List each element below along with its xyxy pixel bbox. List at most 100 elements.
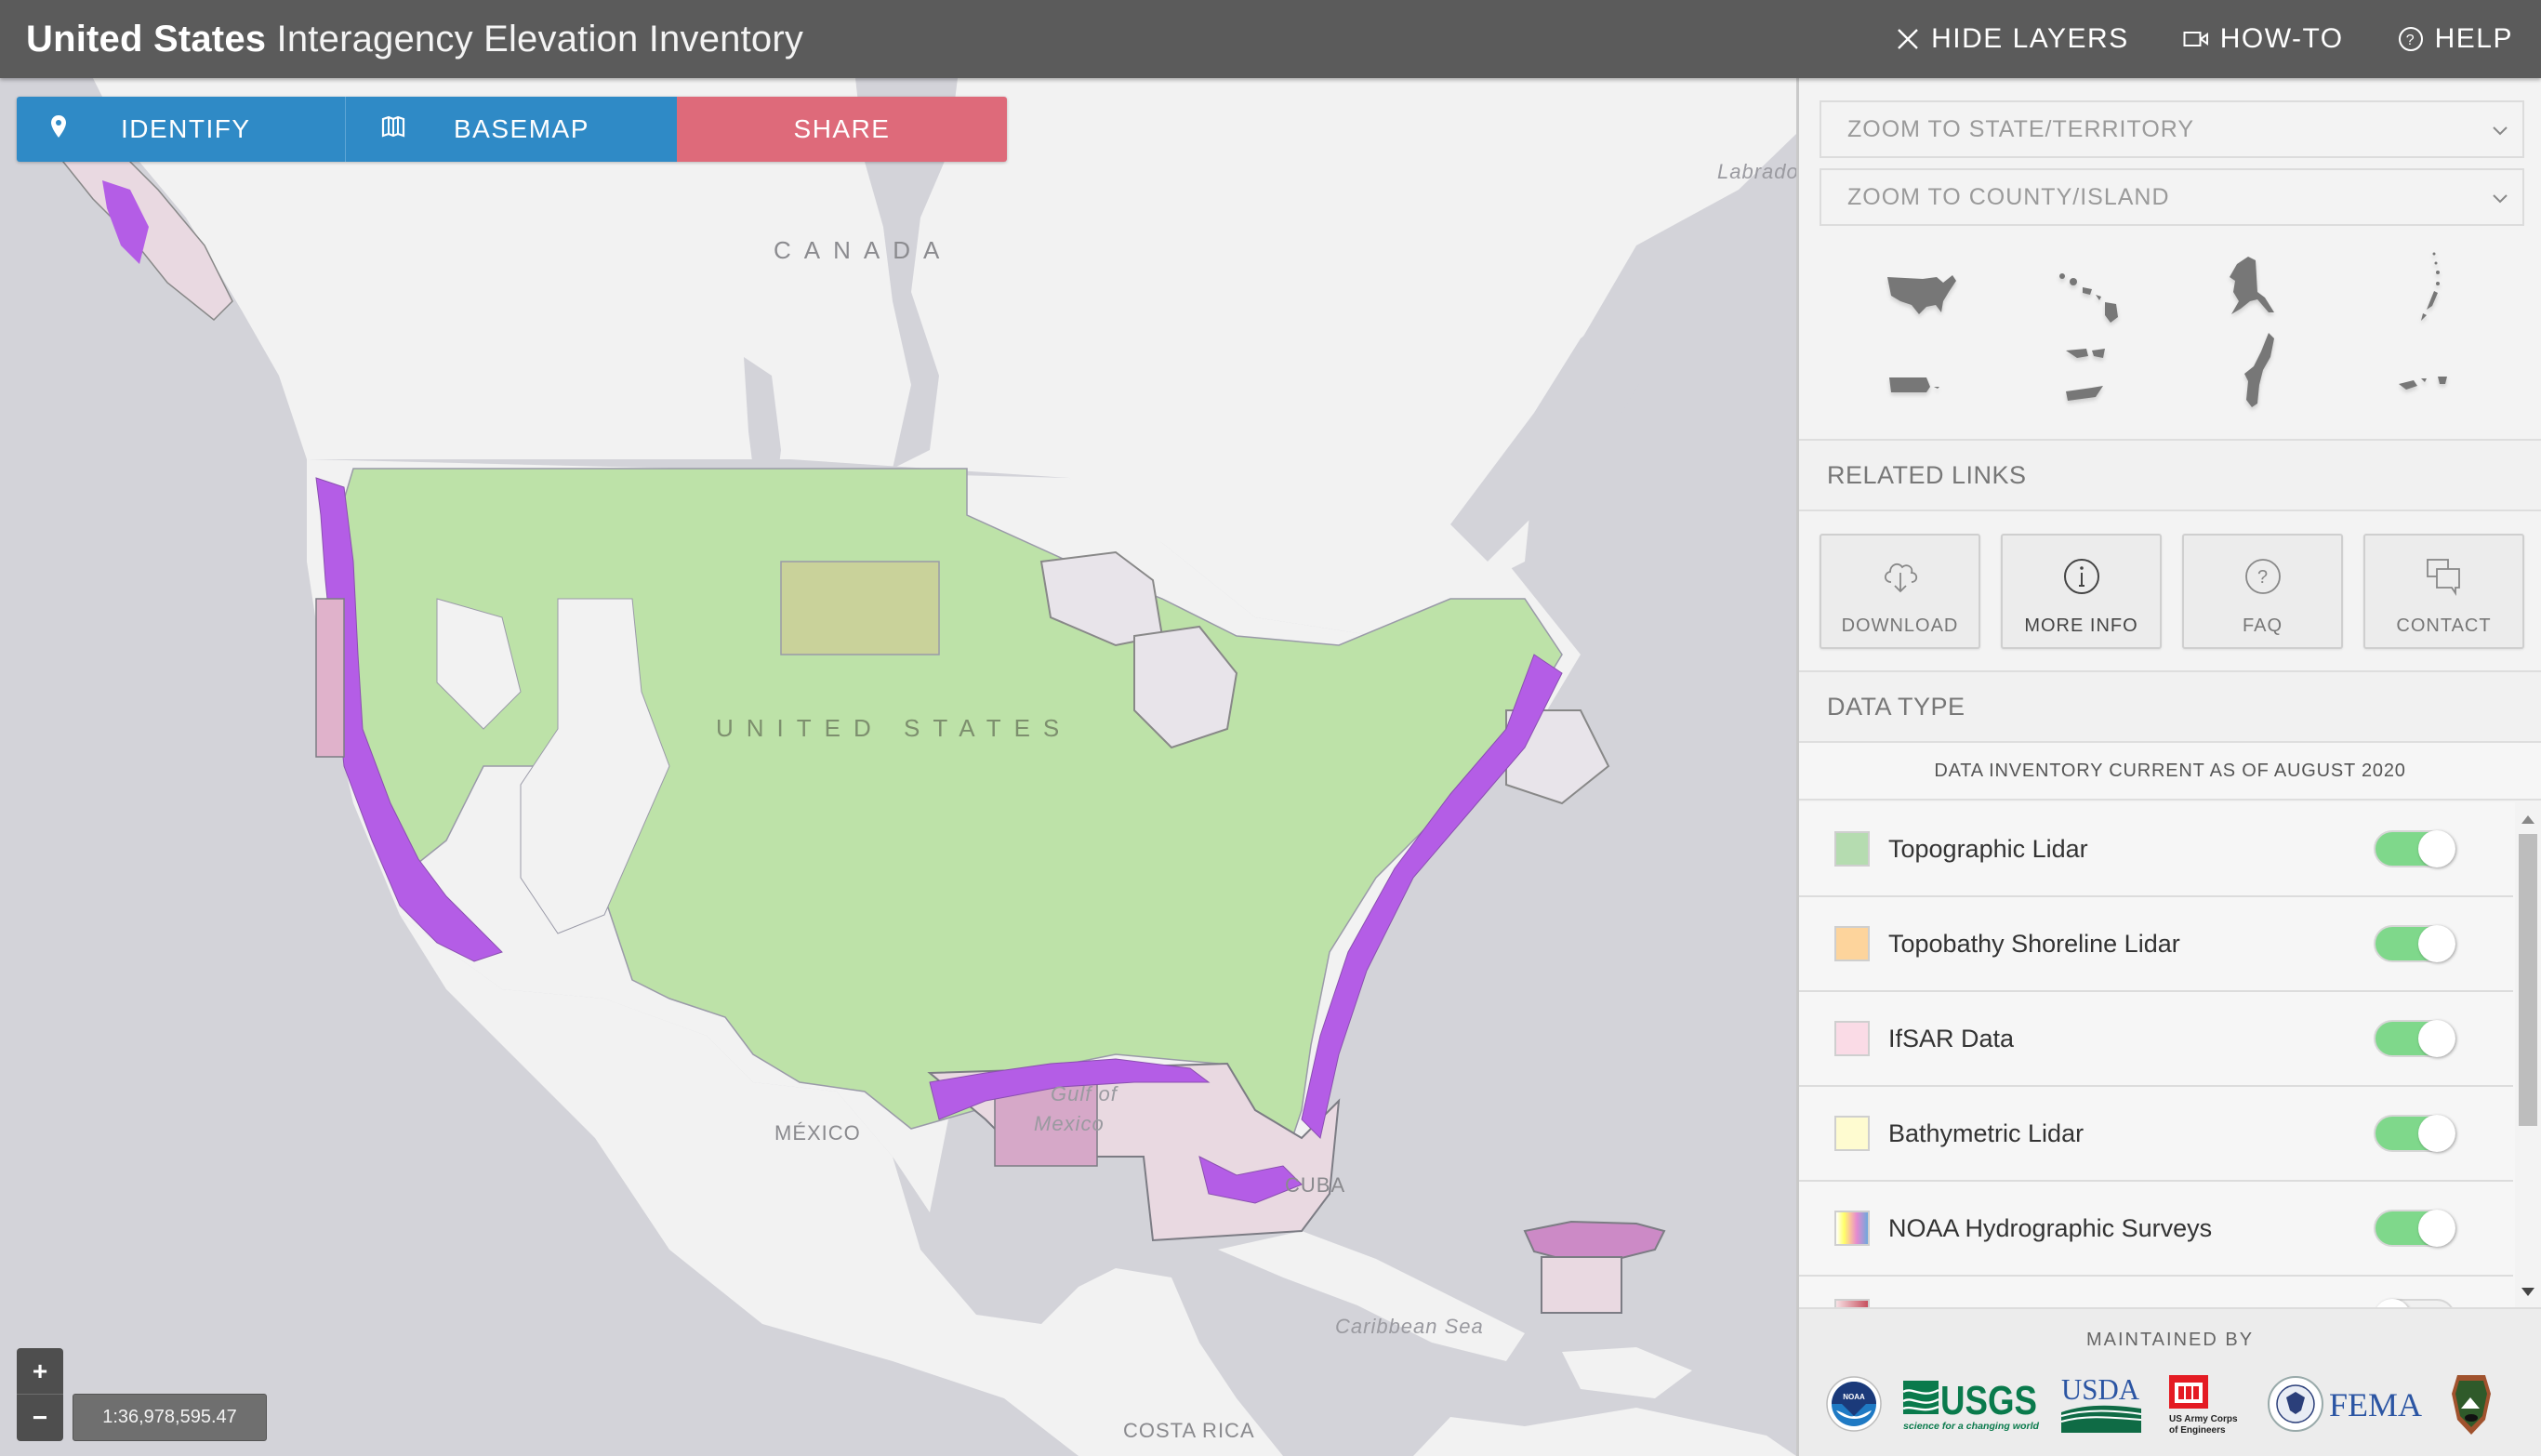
chevron-down-icon bbox=[2491, 187, 2509, 214]
scroll-down-arrow-icon[interactable] bbox=[2521, 1288, 2534, 1296]
zoom-out-button[interactable]: − bbox=[17, 1395, 63, 1441]
data-type-header: DATA TYPE bbox=[1799, 670, 2541, 743]
nps-logo[interactable] bbox=[2448, 1367, 2495, 1441]
scroll-thumb[interactable] bbox=[2519, 834, 2537, 1126]
layer-row: Bathymetric Lidar bbox=[1799, 1087, 2513, 1182]
fema-logo[interactable]: FEMA bbox=[2268, 1367, 2426, 1441]
map-label-labrador: Labrado bbox=[1717, 160, 1796, 183]
help-button[interactable]: ? HELP bbox=[2398, 23, 2513, 55]
zoom-to-county-placeholder: ZOOM TO COUNTY/ISLAND bbox=[1847, 183, 2170, 210]
inventory-note: DATA INVENTORY CURRENT AS OF AUGUST 2020 bbox=[1799, 743, 2541, 801]
layer-row: Topographic Lidar bbox=[1799, 802, 2513, 897]
layer-swatch bbox=[1834, 1211, 1870, 1246]
svg-text:FEMA: FEMA bbox=[2329, 1386, 2422, 1423]
faq-link-button[interactable]: ? FAQ bbox=[2182, 534, 2343, 649]
zoom-to-county-select[interactable]: ZOOM TO COUNTY/ISLAND bbox=[1820, 168, 2524, 226]
noaa-logo[interactable]: NOAA bbox=[1825, 1367, 1883, 1441]
region-alaska[interactable] bbox=[2191, 245, 2331, 329]
app-root: United States Interagency Elevation Inve… bbox=[0, 0, 2541, 1456]
identify-label: IDENTIFY bbox=[121, 114, 251, 143]
region-shortcuts bbox=[1820, 236, 2524, 431]
scroll-up-arrow-icon[interactable] bbox=[2521, 815, 2534, 824]
layer-label: NOAA Hydrographic Surveys bbox=[1888, 1213, 2213, 1242]
region-american-samoa[interactable] bbox=[2361, 338, 2500, 422]
svg-text:NOAA: NOAA bbox=[1843, 1393, 1865, 1401]
related-links: DOWNLOAD MORE INFO ? FAQ CONTACT bbox=[1820, 534, 2524, 649]
region-northern-mariana[interactable] bbox=[2361, 245, 2500, 329]
zoom-controls: + − bbox=[17, 1348, 63, 1441]
usda-logo[interactable]: USDA bbox=[2059, 1367, 2143, 1441]
map-label-costa-rica: COSTA RICA bbox=[1123, 1419, 1255, 1442]
layer-label: Bathymetric Lidar bbox=[1888, 1118, 2084, 1147]
region-hawaii[interactable] bbox=[2022, 255, 2162, 338]
maintained-by-footer: MAINTAINED BY NOAA USGS science for a cha… bbox=[1799, 1307, 2541, 1456]
map-canvas[interactable]: CANADA UNITED STATES MÉXICO CUBA Caribbe… bbox=[0, 78, 1796, 1456]
help-label: HELP bbox=[2434, 23, 2513, 54]
more-info-link-button[interactable]: MORE INFO bbox=[2001, 534, 2162, 649]
question-circle-icon: ? bbox=[2243, 556, 2283, 602]
layer-toggle[interactable] bbox=[2374, 1115, 2455, 1152]
cloud-download-icon bbox=[1880, 556, 1921, 602]
help-circle-icon: ? bbox=[2398, 26, 2424, 52]
contact-link-button[interactable]: CONTACT bbox=[2363, 534, 2524, 649]
guam-shape-icon bbox=[2244, 333, 2274, 407]
layer-toggle[interactable] bbox=[2374, 1210, 2455, 1247]
region-puerto-rico[interactable] bbox=[1853, 343, 1992, 427]
toggle-knob bbox=[2418, 1020, 2455, 1057]
region-guam[interactable] bbox=[2191, 329, 2331, 413]
svg-text:USGS: USGS bbox=[1940, 1378, 2037, 1423]
hide-layers-label: HIDE LAYERS bbox=[1931, 23, 2129, 54]
layer-row: IfSAR Data bbox=[1799, 992, 2513, 1087]
app-header: United States Interagency Elevation Inve… bbox=[0, 0, 2541, 78]
layer-label: Topographic Lidar bbox=[1888, 834, 2088, 863]
land-south-america bbox=[1413, 1408, 1796, 1456]
layer-label: Topobathy Shoreline Lidar bbox=[1888, 929, 2180, 958]
region-us-virgin-islands[interactable] bbox=[2022, 338, 2162, 422]
zoom-to-state-placeholder: ZOOM TO STATE/TERRITORY bbox=[1847, 115, 2195, 142]
title-bold: United States bbox=[26, 18, 267, 60]
how-to-label: HOW-TO bbox=[2219, 23, 2344, 54]
map-label-caribbean-sea: Caribbean Sea bbox=[1335, 1315, 1484, 1338]
svg-text:?: ? bbox=[2405, 33, 2415, 48]
puerto-rico-shape-icon bbox=[1889, 377, 1939, 392]
layer-swatch bbox=[1834, 1021, 1870, 1056]
northern-mariana-shape-icon bbox=[2421, 252, 2440, 321]
close-icon bbox=[1896, 27, 1920, 51]
agency-logos: NOAA USGS science for a changing world US… bbox=[1816, 1367, 2532, 1441]
usace-logo[interactable]: US Army Corps of Engineers bbox=[2167, 1367, 2245, 1441]
basemap-button[interactable]: BASEMAP bbox=[346, 97, 677, 162]
related-links-title: RELATED LINKS bbox=[1827, 460, 2027, 489]
app-title: United States Interagency Elevation Inve… bbox=[26, 19, 803, 60]
coverage-puerto-rico bbox=[1523, 1220, 1666, 1260]
contact-label: CONTACT bbox=[2396, 615, 2492, 636]
hide-layers-button[interactable]: HIDE LAYERS bbox=[1896, 23, 2129, 55]
map-label-mexico: MÉXICO bbox=[774, 1121, 861, 1145]
usgs-logo[interactable]: USGS science for a changing world bbox=[1901, 1367, 2041, 1441]
alaska-shape-icon bbox=[2230, 257, 2274, 314]
region-conus[interactable] bbox=[1853, 255, 1992, 338]
related-links-header: RELATED LINKS bbox=[1799, 439, 2541, 511]
info-circle-icon bbox=[2061, 556, 2102, 602]
chat-bubbles-icon bbox=[2424, 556, 2465, 602]
map-pin-icon bbox=[50, 114, 67, 145]
faq-label: FAQ bbox=[2242, 615, 2283, 636]
svg-text:of Engineers: of Engineers bbox=[2169, 1425, 2226, 1436]
basemap-label: BASEMAP bbox=[454, 114, 589, 143]
svg-text:US Army Corps: US Army Corps bbox=[2169, 1414, 2238, 1424]
map-label-cuba: CUBA bbox=[1285, 1173, 1346, 1197]
download-link-button[interactable]: DOWNLOAD bbox=[1820, 534, 1980, 649]
zoom-in-button[interactable]: + bbox=[17, 1348, 63, 1395]
layer-toggle[interactable] bbox=[2374, 925, 2455, 962]
how-to-button[interactable]: HOW-TO bbox=[2183, 23, 2344, 55]
basemap-layer bbox=[54, 78, 1796, 1456]
zoom-to-state-select[interactable]: ZOOM TO STATE/TERRITORY bbox=[1820, 100, 2524, 158]
layer-toggle[interactable] bbox=[2374, 830, 2455, 867]
layer-list-scrollbar[interactable] bbox=[2515, 802, 2541, 1309]
map-label-united-states: UNITED STATES bbox=[716, 714, 1073, 742]
layer-row: Topobathy Shoreline Lidar bbox=[1799, 897, 2513, 992]
identify-button[interactable]: IDENTIFY bbox=[17, 97, 346, 162]
maintained-by-label: MAINTAINED BY bbox=[2085, 1330, 2255, 1350]
share-button[interactable]: SHARE bbox=[677, 97, 1007, 162]
layer-toggle[interactable] bbox=[2374, 1020, 2455, 1057]
toggle-knob bbox=[2418, 1115, 2455, 1152]
